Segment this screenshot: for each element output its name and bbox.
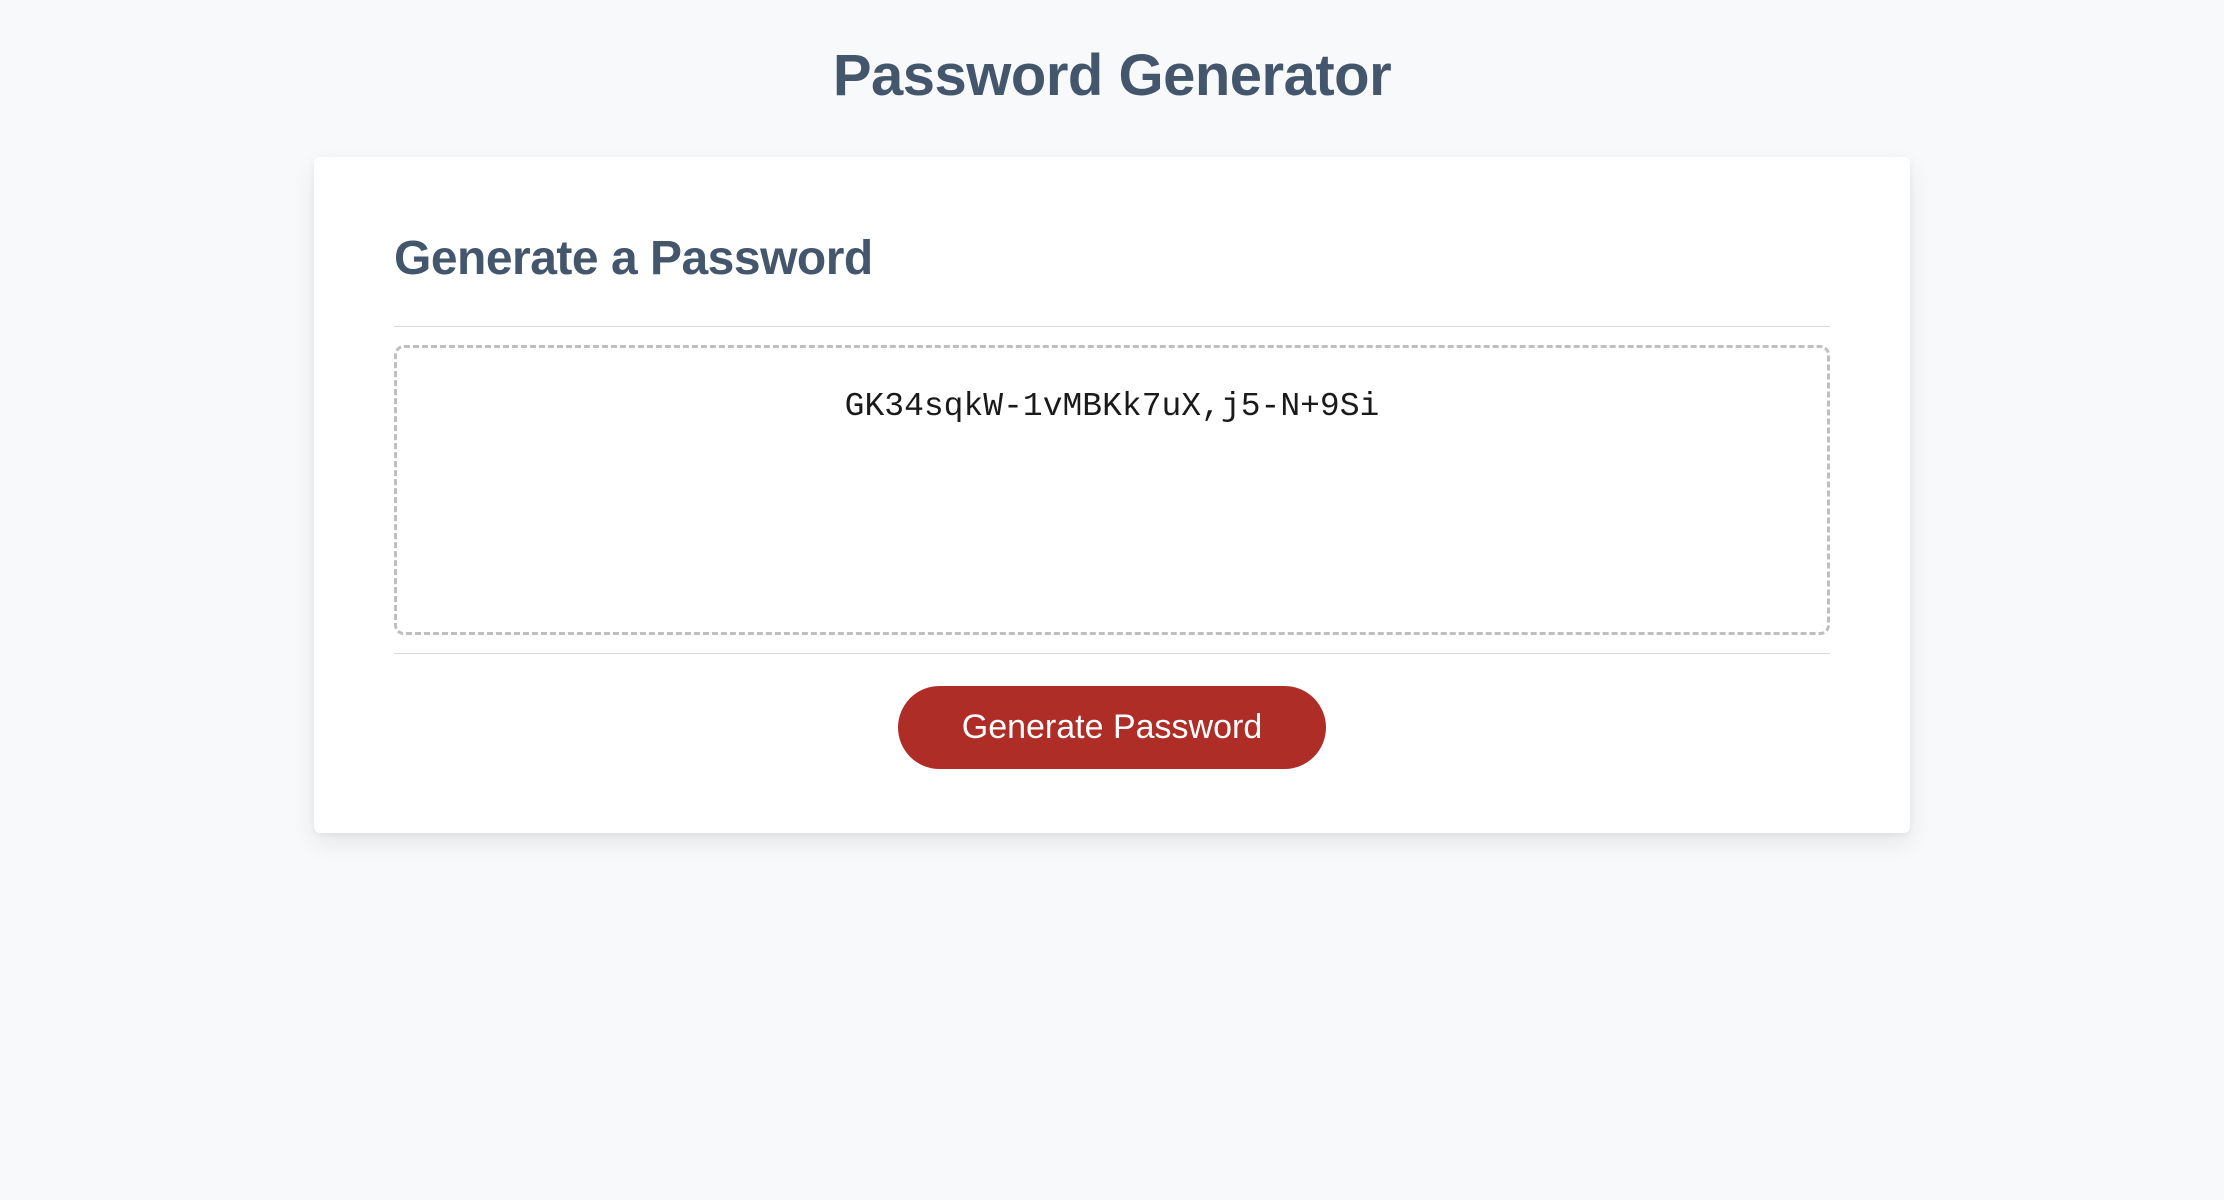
divider-top <box>394 326 1830 327</box>
card-heading: Generate a Password <box>394 231 1830 286</box>
button-row: Generate Password <box>394 686 1830 769</box>
generate-button[interactable]: Generate Password <box>898 686 1327 769</box>
divider-bottom <box>394 653 1830 654</box>
password-output[interactable]: GK34sqkW-1vMBKk7uX,j5-N+9Si <box>394 345 1830 635</box>
generator-card: Generate a Password GK34sqkW-1vMBKk7uX,j… <box>314 157 1910 833</box>
page-title: Password Generator <box>833 42 1391 109</box>
